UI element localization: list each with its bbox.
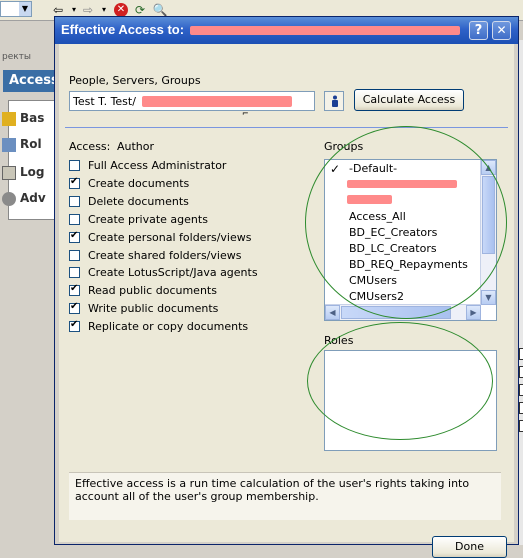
permission-checkbox[interactable] [69,249,80,261]
scroll-left-icon[interactable]: ◀ [325,305,340,320]
done-button[interactable]: Done [432,536,507,558]
sidebar-item-log[interactable]: Log [2,162,44,182]
people-picker-button[interactable] [324,91,344,111]
sidebar-title: Access [3,70,59,92]
permission-label: Create documents [88,176,190,190]
permission-checkbox[interactable] [69,160,80,171]
group-list-item[interactable]: Access_All [349,210,406,223]
help-button[interactable]: ? [469,21,488,40]
group-list-item[interactable]: CMUsers [349,274,397,287]
group-list-item[interactable]: BD_LC_Creators [349,242,437,255]
permission-label: Delete documents [88,194,189,208]
groups-list[interactable]: ✓ -Default- Access_All BD_EC_Creators BD_LC… [324,159,497,321]
permission-checkbox[interactable] [69,267,80,279]
permission-label: Create private agents [88,212,208,226]
basics-icon [2,111,16,126]
dialog-content: People, Servers, Groups Test T. Test/ ⌐ … [59,44,514,558]
checkmark-icon: ✓ [330,162,341,176]
redacted-name [142,96,292,107]
section-divider [65,127,508,128]
permission-label: Create shared folders/views [88,248,242,262]
background-checkbox[interactable] [519,348,523,360]
background-checkbox[interactable] [519,402,523,414]
background-checkbox[interactable] [519,366,523,378]
text-cursor-icon: ⌐ [242,109,249,118]
person-icon [332,95,338,107]
scroll-down-icon[interactable]: ▼ [481,290,496,305]
permission-checkbox[interactable] [69,230,80,243]
sidebar-item-roles[interactable]: Rol [2,134,42,154]
roles-list[interactable] [324,350,497,451]
toolbar-combo[interactable]: ▼ [0,1,32,17]
access-level: Author [117,140,155,153]
permission-checkbox[interactable] [69,301,80,315]
group-list-item[interactable]: BD_REQ_Repayments [349,258,468,271]
scroll-right-icon[interactable]: ▶ [466,305,481,320]
sidebar-item-advanced[interactable]: Adv [2,188,46,208]
log-icon [2,165,16,180]
stop-icon[interactable]: ✕ [114,3,128,17]
calculate-access-button[interactable]: Calculate Access [354,89,464,111]
advanced-icon [2,191,16,206]
chevron-down-icon[interactable]: ▼ [19,2,31,16]
dialog-titlebar[interactable]: Effective Access to: ? ✕ [55,17,518,44]
effective-access-note: Effective access is a run time calculati… [69,472,501,520]
redacted-group [347,195,392,204]
background-checkbox[interactable] [519,420,523,432]
redacted-title-text [190,26,460,35]
permission-checkbox[interactable] [69,319,80,333]
close-button[interactable]: ✕ [492,21,511,40]
groups-horizontal-scrollbar[interactable]: ◀ ▶ [325,304,481,320]
people-label: People, Servers, Groups [69,74,201,87]
sidebar-item-label: Rol [20,137,42,151]
people-input[interactable]: Test T. Test/ [69,91,315,111]
permission-label: Write public documents [88,302,219,316]
permission-checkbox[interactable] [69,176,80,189]
access-heading: Access: [69,140,111,153]
permission-label: Read public documents [88,284,217,298]
permission-label: Full Access Administrator [88,159,227,172]
permission-checkbox[interactable] [69,195,80,207]
background-checkbox[interactable] [519,384,523,396]
groups-vertical-scrollbar[interactable]: ▲ ▼ [480,160,496,305]
sidebar-item-label: Bas [20,111,45,125]
scrollbar-thumb[interactable] [482,176,495,254]
permission-label: Create personal folders/views [88,230,252,244]
sidebar-item-label: Log [20,165,45,179]
background-tab-label: ректы [2,52,32,62]
group-list-item[interactable]: -Default- [349,162,397,175]
scroll-up-icon[interactable]: ▲ [481,160,496,175]
groups-heading: Groups [324,140,364,153]
roles-icon [2,137,16,152]
permission-label: Create LotusScript/Java agents [88,266,258,280]
background-sidebar: Access Bas Rol Log Adv [0,66,59,545]
group-list-item[interactable]: CMUsers2 [349,290,404,303]
redacted-group [347,180,457,188]
people-input-value: Test T. Test/ [73,95,136,108]
permission-label: Replicate or copy documents [88,320,249,334]
sidebar-item-label: Adv [20,191,46,205]
group-list-item[interactable]: BD_EC_Creators [349,226,437,239]
permission-checkbox[interactable] [69,283,80,297]
dialog-title: Effective Access to: [61,22,185,37]
scrollbar-thumb[interactable] [341,306,451,319]
roles-heading: Roles [324,334,354,347]
effective-access-dialog: Effective Access to: ? ✕ People, Servers… [54,16,519,558]
sidebar-item-basics[interactable]: Bas [2,108,44,128]
permission-checkbox[interactable] [69,213,80,225]
